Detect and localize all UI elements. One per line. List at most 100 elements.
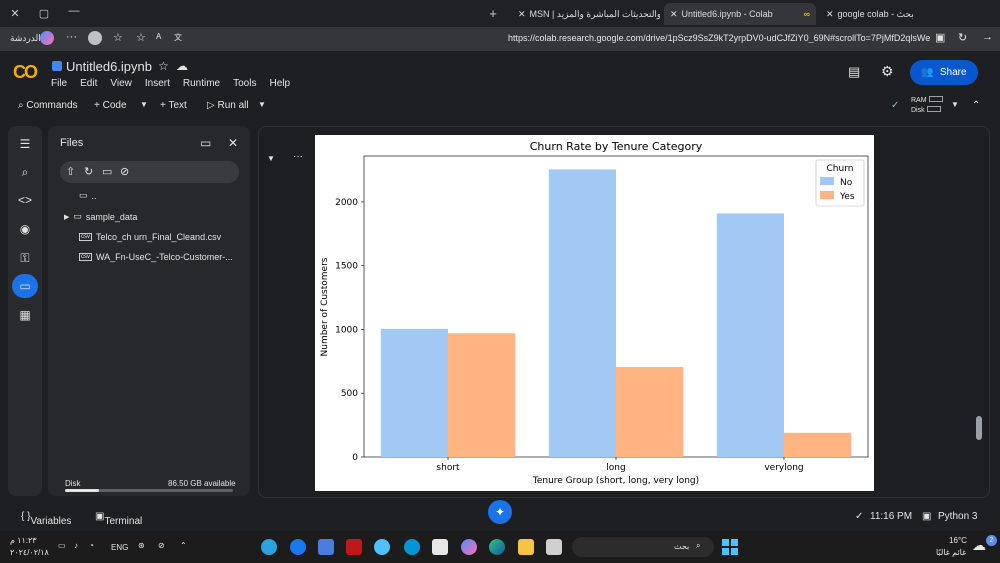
notebook-title[interactable]: Untitled6.ipynb	[66, 59, 152, 74]
more-icon[interactable]: ···	[66, 31, 77, 43]
comments-icon[interactable]: ▤	[848, 64, 860, 80]
account-avatar[interactable]	[88, 31, 102, 45]
scrollbar-thumb[interactable]	[976, 416, 982, 440]
collapse-output-icon[interactable]: ▼	[267, 154, 275, 163]
focus-icon[interactable]: ⊛	[138, 541, 145, 550]
telegram-icon[interactable]	[261, 539, 277, 555]
kernel-label[interactable]: Python 3	[938, 511, 977, 522]
tips-icon[interactable]	[374, 539, 390, 555]
file-item-sample-data[interactable]: ▶ ▭ sample_data	[64, 211, 137, 222]
tab-colab[interactable]: ✕ Untitled6.ipynb - Colab ∞	[664, 3, 816, 25]
extensions-icon[interactable]: ☆	[113, 31, 123, 44]
close-panel-icon[interactable]: ✕	[228, 136, 238, 150]
refresh-icon[interactable]: ↻	[84, 165, 93, 178]
share-button[interactable]: 👥 Share	[910, 60, 978, 85]
add-text-button[interactable]: + Text	[160, 100, 187, 111]
tray-chevron-icon[interactable]: ⌃	[180, 541, 187, 550]
menu-help[interactable]: Help	[269, 78, 290, 89]
mail-icon[interactable]	[318, 539, 334, 555]
toc-icon[interactable]: ☰	[8, 132, 42, 156]
upload-icon[interactable]: ⇧	[66, 165, 75, 178]
run-all-button[interactable]: ▷ Run all	[207, 100, 249, 111]
menu-insert[interactable]: Insert	[145, 78, 170, 89]
language-indicator[interactable]: ENG	[111, 543, 128, 552]
menu-edit[interactable]: Edit	[80, 78, 97, 89]
weather-cloud-icon[interactable]: ☁	[972, 537, 986, 554]
weather-temp[interactable]: 16°C	[949, 536, 967, 545]
forward-icon[interactable]: →	[982, 31, 993, 43]
new-tab-icon[interactable]: +	[482, 6, 504, 21]
menu-tools[interactable]: Tools	[233, 78, 256, 89]
code-dropdown-icon[interactable]: ▼	[140, 100, 148, 109]
variables-button[interactable]: { } Variables	[21, 511, 71, 527]
commands-button[interactable]: ⌕ Commands	[18, 100, 78, 111]
chart-output: Churn Rate by Tenure Category Number of …	[315, 135, 874, 491]
reload-icon[interactable]: ↻	[958, 31, 967, 44]
close-window-icon[interactable]: ✕	[4, 7, 26, 20]
gemini-button[interactable]: ✦	[488, 500, 512, 524]
clock-time[interactable]: ١١:٢٣ م	[10, 536, 37, 545]
add-code-button[interactable]: + Code	[94, 100, 127, 111]
store-icon[interactable]	[432, 539, 448, 555]
cloud-save-icon[interactable]: ☁	[176, 59, 188, 73]
data-table-icon[interactable]: ▦	[8, 303, 42, 327]
star-icon[interactable]: ☆	[158, 59, 169, 73]
restore-icon[interactable]: ▢	[33, 7, 55, 20]
output-actions-icon[interactable]: ···	[293, 151, 303, 162]
mount-drive-icon[interactable]: ▭	[102, 165, 112, 178]
menu-runtime[interactable]: Runtime	[183, 78, 220, 89]
wifi-icon[interactable]: ◔	[89, 541, 94, 550]
taskbar-search[interactable]: بحث ⌕	[572, 537, 714, 557]
find-icon[interactable]: ⌕	[8, 160, 42, 184]
tab-msn[interactable]: ✕ MSN | والتحديثات المباشرة والمزيد	[512, 3, 660, 25]
file-explorer-icon[interactable]	[518, 539, 534, 555]
menu-file[interactable]: File	[51, 78, 67, 89]
mcafee-icon[interactable]	[346, 539, 362, 555]
file-item-csv[interactable]: csv Telco_ch urn_Final_Cleand.csv	[79, 232, 221, 242]
chat-profile-label[interactable]: الدردشة	[10, 33, 41, 44]
legend-swatch-no	[820, 177, 834, 185]
menu-view[interactable]: View	[110, 78, 132, 89]
site-info-icon[interactable]: ▣	[935, 31, 945, 44]
clock-date[interactable]: ٢٠٢٤/٠٢/١٨	[10, 548, 49, 557]
start-windows-icon[interactable]	[722, 539, 738, 555]
secrets-key-icon[interactable]: ⚿	[8, 246, 42, 270]
read-aloud-icon[interactable]: A	[156, 32, 161, 41]
translate-icon[interactable]: 文	[174, 32, 182, 43]
resource-indicator[interactable]: RAM Disk	[911, 96, 943, 116]
copilot-app-icon[interactable]	[461, 539, 477, 555]
close-tab-icon[interactable]: ✕	[826, 9, 834, 20]
hp-icon[interactable]	[404, 539, 420, 555]
close-tab-icon[interactable]: ✕	[670, 9, 678, 20]
address-url[interactable]: https://colab.research.google.com/drive/…	[508, 33, 930, 43]
battery-icon[interactable]: ▭	[58, 541, 66, 550]
close-tab-icon[interactable]: ✕	[518, 9, 526, 20]
mute-icon[interactable]: ⊘	[158, 541, 165, 550]
file-name: ..	[91, 190, 97, 201]
hide-files-icon[interactable]: ⊘	[120, 165, 129, 178]
code-snippets-icon[interactable]: <>	[8, 188, 42, 212]
favorite-star-icon[interactable]: ☆	[136, 31, 146, 44]
colab-logo[interactable]: CO	[13, 62, 38, 83]
collapse-icon[interactable]: ⌃	[972, 100, 980, 111]
volume-icon[interactable]: ♪	[74, 541, 78, 550]
weather-text[interactable]: غائم غالبًا	[936, 548, 966, 557]
file-item-parent[interactable]: ▭ ..	[79, 190, 97, 201]
notification-badge[interactable]: 2	[986, 535, 997, 546]
edge-icon[interactable]	[489, 539, 505, 555]
facebook-icon[interactable]	[290, 539, 306, 555]
files-folder-icon[interactable]: ▭	[12, 274, 38, 298]
minimize-icon[interactable]: —	[63, 5, 85, 17]
run-dropdown-icon[interactable]: ▼	[258, 100, 266, 109]
expand-arrow-icon[interactable]: ▶	[64, 213, 69, 221]
settings-gear-icon[interactable]: ⚙	[881, 63, 894, 80]
terminal-button[interactable]: ▣ Terminal	[95, 511, 142, 527]
resource-dropdown-icon[interactable]: ▼	[951, 100, 959, 109]
file-item-csv[interactable]: csv WA_Fn-UseC_-Telco-Customer-...	[79, 252, 233, 262]
new-tab-panel-icon[interactable]: ▭	[200, 136, 211, 150]
tab-google-search[interactable]: ✕ google colab - بحث	[820, 3, 930, 25]
exec-time[interactable]: 11:16 PM	[870, 511, 912, 522]
copilot-icon[interactable]	[40, 31, 54, 45]
monitor-app-icon[interactable]	[546, 539, 562, 555]
variables-inspector-icon[interactable]: ◉	[8, 217, 42, 241]
